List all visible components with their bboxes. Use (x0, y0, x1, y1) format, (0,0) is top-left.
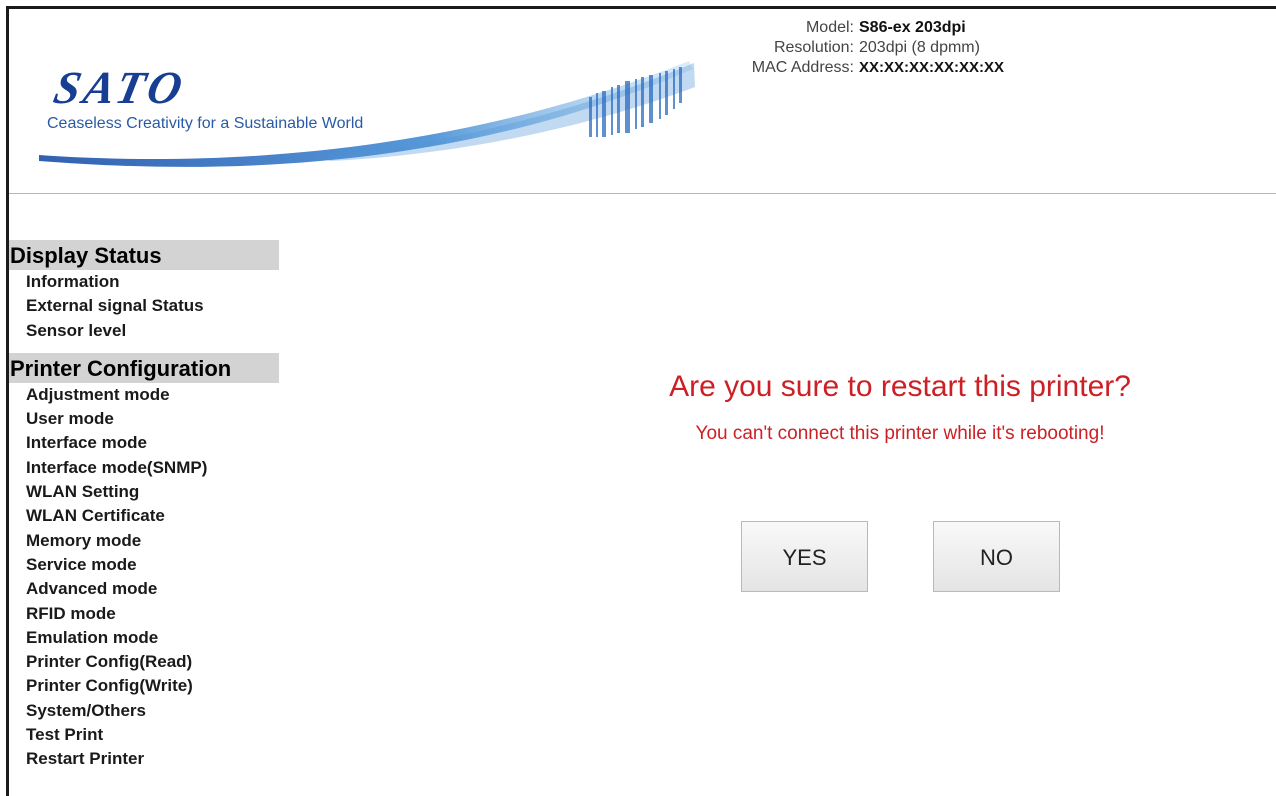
nav-item-printer-config-write[interactable]: Printer Config(Write) (9, 674, 279, 698)
section-heading: Printer Configuration (9, 352, 279, 383)
nav-item-restart-printer[interactable]: Restart Printer (9, 747, 279, 771)
resolution-label: Resolution: (773, 39, 854, 56)
nav-item-adjustment-mode[interactable]: Adjustment mode (9, 383, 279, 407)
mac-value: XX:XX:XX:XX:XX:XX (859, 59, 1005, 76)
nav-item-wlan-certificate[interactable]: WLAN Certificate (9, 504, 279, 528)
nav-item-interface-mode[interactable]: Interface mode (9, 431, 279, 455)
nav-item-sensor-level[interactable]: Sensor level (9, 319, 279, 343)
nav-item-external-signal-status[interactable]: External signal Status (9, 294, 279, 318)
nav-item-service-mode[interactable]: Service mode (9, 553, 279, 577)
nav-item-memory-mode[interactable]: Memory mode (9, 529, 279, 553)
nav-item-information[interactable]: Information (9, 270, 279, 294)
restart-confirm-title: Are you sure to restart this printer? (669, 370, 1131, 403)
nav-item-emulation-mode[interactable]: Emulation mode (9, 626, 279, 650)
header: SATO Ceaseless Creativity for a Sustaina… (9, 9, 1276, 194)
tagline: Ceaseless Creativity for a Sustainable W… (47, 115, 364, 132)
nav-item-advanced-mode[interactable]: Advanced mode (9, 577, 279, 601)
nav-item-rfid-mode[interactable]: RFID mode (9, 602, 279, 626)
model-label: Model: (805, 19, 854, 36)
sidebar-nav: Display Status Information External sign… (9, 240, 279, 778)
mac-label: MAC Address: (751, 59, 854, 76)
nav-section-printer-configuration: Printer Configuration Adjustment mode Us… (9, 352, 279, 772)
nav-item-printer-config-read[interactable]: Printer Config(Read) (9, 650, 279, 674)
nav-item-system-others[interactable]: System/Others (9, 699, 279, 723)
sato-logo-text: SATO (49, 62, 191, 113)
yes-button[interactable]: YES (741, 521, 868, 592)
sato-logo: SATO Ceaseless Creativity for a Sustaina… (29, 47, 709, 177)
restart-warning-text: You can't connect this printer while it'… (695, 423, 1105, 444)
nav-item-user-mode[interactable]: User mode (9, 407, 279, 431)
nav-item-interface-mode-snmp[interactable]: Interface mode(SNMP) (9, 456, 279, 480)
model-value: S86-ex 203dpi (859, 19, 966, 36)
no-button[interactable]: NO (933, 521, 1060, 592)
nav-item-wlan-setting[interactable]: WLAN Setting (9, 480, 279, 504)
nav-section-display-status: Display Status Information External sign… (9, 240, 279, 343)
nav-item-test-print[interactable]: Test Print (9, 723, 279, 747)
resolution-value: 203dpi (8 dpmm) (859, 39, 980, 56)
section-heading: Display Status (9, 240, 279, 270)
